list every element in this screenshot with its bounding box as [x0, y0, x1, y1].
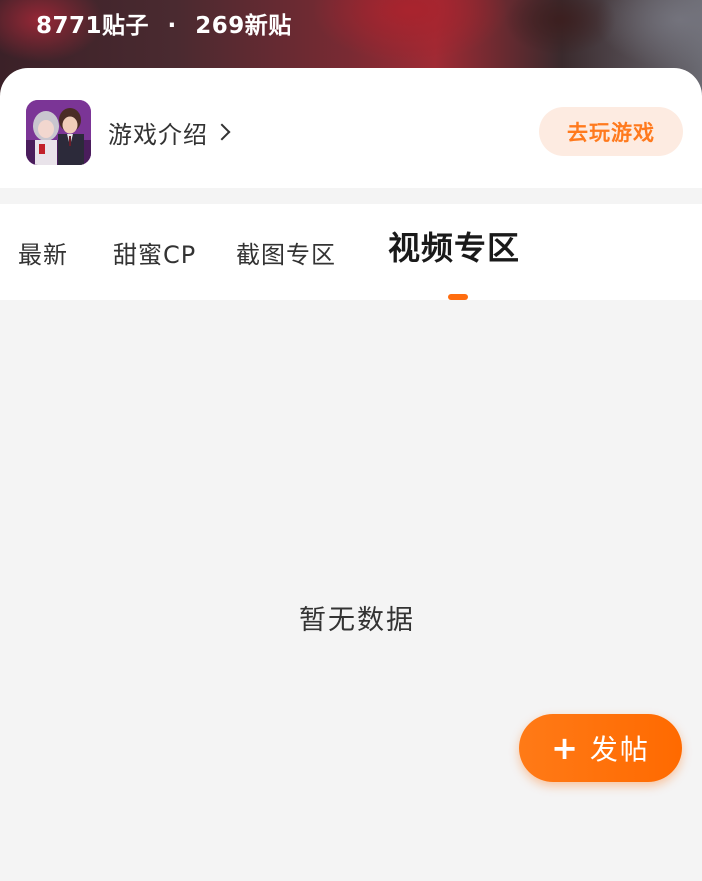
new-posts-count: 269新贴: [195, 13, 292, 39]
new-post-label: 发帖: [589, 733, 650, 766]
play-game-button[interactable]: 去玩游戏: [539, 107, 683, 156]
empty-state-text: 暂无数据: [299, 605, 415, 636]
game-intro-label: 游戏介绍: [108, 120, 208, 149]
tab-sweet-cp[interactable]: 甜蜜CP: [113, 204, 196, 300]
tab-videos[interactable]: 视频专区: [388, 198, 520, 294]
tab-screenshots[interactable]: 截图专区: [236, 204, 336, 300]
game-intro-link[interactable]: 游戏介绍: [108, 114, 231, 150]
plus-icon: +: [551, 729, 578, 767]
tab-latest[interactable]: 最新: [18, 204, 68, 300]
chevron-right-icon: [213, 123, 231, 141]
posts-count: 8771贴子: [36, 13, 150, 39]
new-post-button[interactable]: + 发帖: [519, 714, 682, 782]
category-tabs: 最新 甜蜜CP 截图专区 视频专区: [0, 204, 702, 300]
game-avatar-icon[interactable]: [26, 100, 91, 165]
game-info-card: 游戏介绍 去玩游戏: [0, 68, 702, 188]
active-tab-indicator: [448, 294, 468, 300]
stats-separator: ·: [167, 13, 177, 39]
forum-stats: 8771贴子 · 269新贴: [36, 6, 292, 40]
